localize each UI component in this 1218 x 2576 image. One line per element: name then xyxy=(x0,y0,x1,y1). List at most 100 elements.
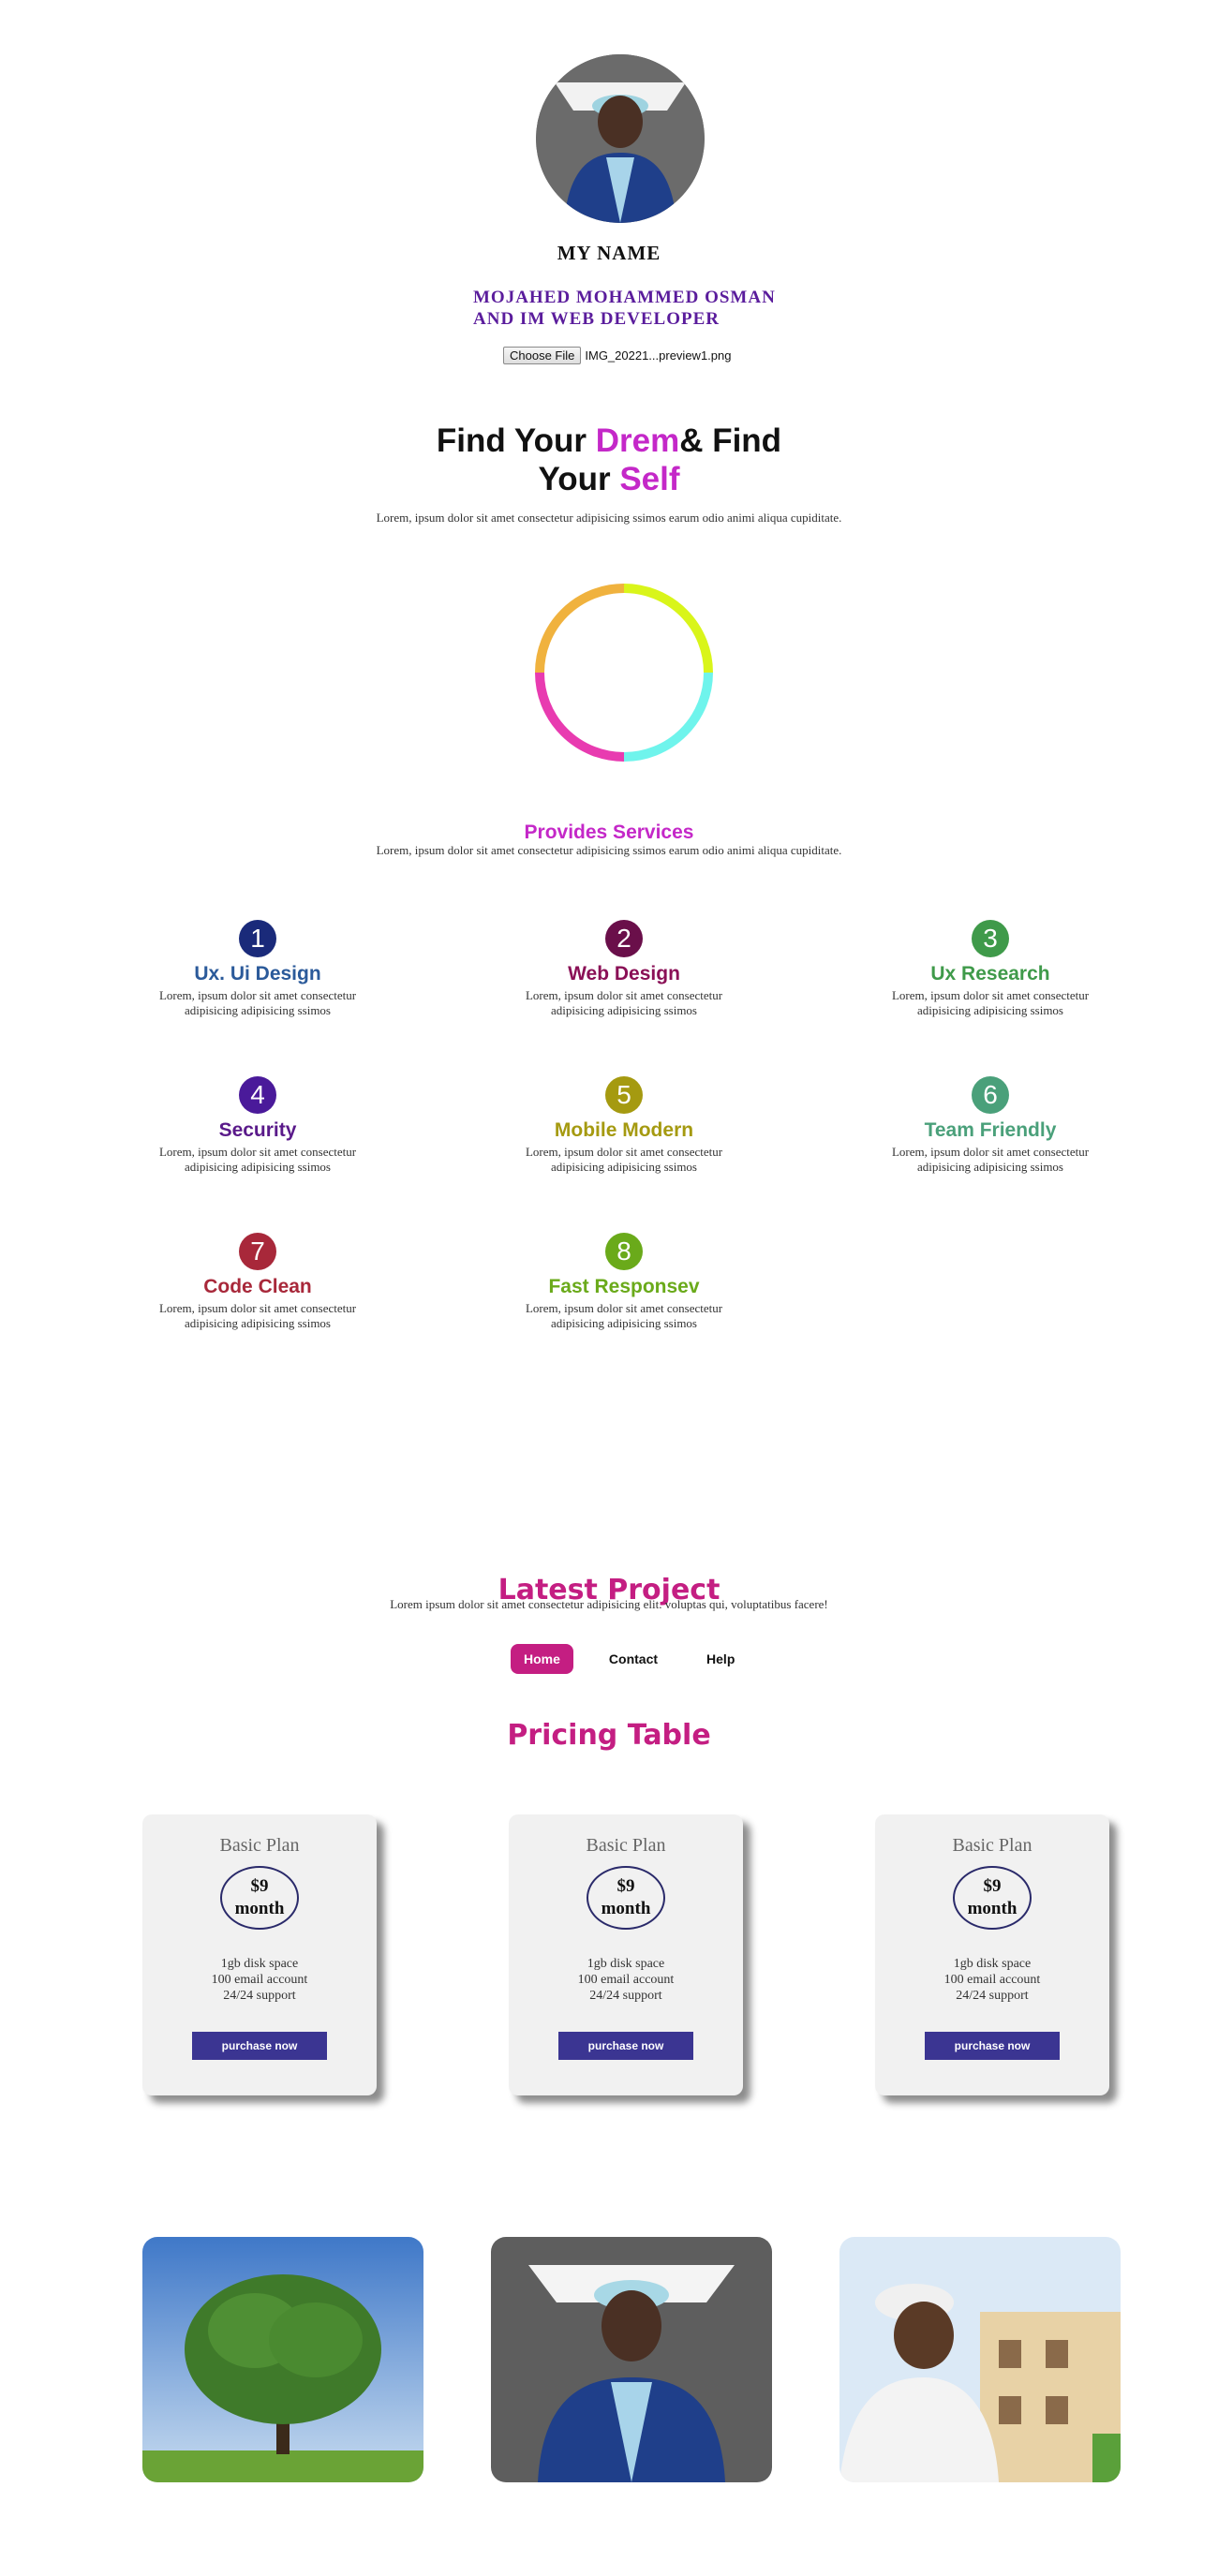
service-desc-line-1: Lorem, ipsum dolor sit amet consectetur xyxy=(525,988,723,1002)
service-number-badge: 8 xyxy=(605,1233,643,1270)
service-desc-line-1: Lorem, ipsum dolor sit amet consectetur xyxy=(158,1301,357,1315)
plan-name: Basic Plan xyxy=(586,1835,666,1856)
ring-segments xyxy=(535,584,713,762)
plan-features: 1gb disk space 100 email account 24/24 sup… xyxy=(142,1956,377,2004)
feature-item: 100 email account xyxy=(211,1973,308,1987)
service-desc-line-1: Lorem, ipsum dolor sit amet consectetur xyxy=(158,988,357,1002)
purchase-button[interactable]: purchase now xyxy=(925,2032,1060,2060)
service-desc-line-2: adipisicing adipisicing ssimos xyxy=(551,1160,697,1174)
service-number-badge: 5 xyxy=(605,1076,643,1114)
price-period: month xyxy=(234,1899,285,1918)
service-number-badge: 6 xyxy=(972,1076,1009,1114)
service-item: 8 Fast Responsev Lorem, ipsum dolor sit … xyxy=(483,1233,765,1331)
service-title: Team Friendly xyxy=(924,1119,1057,1141)
service-item: 6 Team Friendly Lorem, ipsum dolor sit a… xyxy=(850,1076,1131,1175)
tab-home[interactable]: Home xyxy=(511,1644,573,1674)
tab-contact[interactable]: Contact xyxy=(596,1644,671,1674)
hero-part-5: Self xyxy=(619,461,680,497)
price-value: $9 xyxy=(250,1876,269,1896)
service-desc-line-1: Lorem, ipsum dolor sit amet consectetur xyxy=(158,1145,357,1159)
service-title: Ux Research xyxy=(930,963,1050,985)
file-name: IMG_20221...preview1.png xyxy=(585,348,732,363)
service-number-badge: 4 xyxy=(239,1076,276,1114)
ring-segment xyxy=(623,672,713,762)
gallery-image-tree xyxy=(142,2237,423,2482)
service-title: Security xyxy=(218,1119,297,1141)
feature-item: 100 email account xyxy=(943,1973,1041,1987)
price-circle: $9 month xyxy=(220,1866,299,1930)
ring-segment xyxy=(535,672,625,762)
service-description: Lorem, ipsum dolor sit amet consectetur a… xyxy=(483,1301,765,1331)
hero-text: Lorem, ipsum dolor sit amet consectetur … xyxy=(376,511,842,525)
plan-features: 1gb disk space 100 email account 24/24 sup… xyxy=(509,1956,743,2004)
service-item: 1 Ux. Ui Design Lorem, ipsum dolor sit a… xyxy=(117,920,398,1018)
service-number-badge: 7 xyxy=(239,1233,276,1270)
purchase-button[interactable]: purchase now xyxy=(558,2032,693,2060)
pricing-card: Basic Plan $9 month 1gb disk space 100 ema… xyxy=(142,1814,377,2095)
plan-features: 1gb disk space 100 email account 24/24 sup… xyxy=(875,1956,1109,2004)
service-desc-line-2: adipisicing adipisicing ssimos xyxy=(917,1003,1063,1017)
hero-part-1: Find Your xyxy=(436,422,596,459)
tree-photo xyxy=(142,2237,423,2482)
service-desc-line-2: adipisicing adipisicing ssimos xyxy=(917,1160,1063,1174)
service-description: Lorem, ipsum dolor sit amet consectetur a… xyxy=(483,988,765,1018)
service-item: 4 Security Lorem, ipsum dolor sit amet c… xyxy=(117,1076,398,1175)
service-description: Lorem, ipsum dolor sit amet consectetur a… xyxy=(483,1145,765,1175)
service-number-badge: 2 xyxy=(605,920,643,957)
service-desc-line-2: adipisicing adipisicing ssimos xyxy=(185,1160,331,1174)
service-desc-line-1: Lorem, ipsum dolor sit amet consectetur xyxy=(525,1301,723,1315)
price-circle: $9 month xyxy=(953,1866,1032,1930)
hero-line-1: Find Your Drem& Find xyxy=(0,422,1218,460)
service-title: Ux. Ui Design xyxy=(194,963,321,985)
intro-text: MOJAHED MOHAMMED OSMAN AND IM WEB DEVELO… xyxy=(473,287,776,330)
hero-heading: Find Your Drem& Find Your Self xyxy=(0,422,1218,498)
hero-part-4: Your xyxy=(538,461,620,497)
price-value: $9 xyxy=(616,1876,635,1896)
service-desc-line-1: Lorem, ipsum dolor sit amet consectetur xyxy=(525,1145,723,1159)
service-item: 5 Mobile Modern Lorem, ipsum dolor sit a… xyxy=(483,1076,765,1175)
service-number-badge: 3 xyxy=(972,920,1009,957)
feature-item: 1gb disk space xyxy=(587,1957,665,1971)
person-outdoor-photo xyxy=(839,2237,1121,2482)
services-title: Provides Services xyxy=(524,822,694,843)
price-value: $9 xyxy=(983,1876,1002,1896)
feature-item: 100 email account xyxy=(577,1973,675,1987)
service-description: Lorem, ipsum dolor sit amet consectetur a… xyxy=(117,1301,398,1331)
gallery-image-portrait xyxy=(491,2237,772,2482)
services-text: Lorem, ipsum dolor sit amet consectetur … xyxy=(376,843,842,857)
service-description: Lorem, ipsum dolor sit amet consectetur a… xyxy=(117,988,398,1018)
project-tabs: Home Contact Help xyxy=(511,1644,770,1674)
hero-part-2: Drem xyxy=(595,422,680,459)
service-title: Web Design xyxy=(568,963,680,985)
intro-line-1: MOJAHED MOHAMMED OSMAN xyxy=(473,288,776,307)
feature-item: 24/24 support xyxy=(956,1989,1029,2003)
purchase-button[interactable]: purchase now xyxy=(192,2032,327,2060)
person-photo xyxy=(536,54,705,223)
tab-help[interactable]: Help xyxy=(693,1644,748,1674)
feature-item: 1gb disk space xyxy=(953,1957,1032,1971)
intro-line-2: AND IM WEB DEVELOPER xyxy=(473,309,720,329)
service-item: 3 Ux Research Lorem, ipsum dolor sit ame… xyxy=(850,920,1131,1018)
service-desc-line-2: adipisicing adipisicing ssimos xyxy=(185,1316,331,1330)
ring-segment xyxy=(535,584,625,674)
service-desc-line-1: Lorem, ipsum dolor sit amet consectetur xyxy=(891,1145,1090,1159)
ring-segment xyxy=(623,584,713,674)
service-desc-line-2: adipisicing adipisicing ssimos xyxy=(551,1003,697,1017)
plan-name: Basic Plan xyxy=(952,1835,1032,1856)
service-description: Lorem, ipsum dolor sit amet consectetur a… xyxy=(850,1145,1131,1175)
service-desc-line-2: adipisicing adipisicing ssimos xyxy=(551,1316,697,1330)
service-title: Code Clean xyxy=(203,1276,312,1297)
price-period: month xyxy=(601,1899,651,1918)
choose-file-button[interactable]: Choose File xyxy=(503,347,582,364)
service-description: Lorem, ipsum dolor sit amet consectetur a… xyxy=(850,988,1131,1018)
feature-item: 1gb disk space xyxy=(220,1957,299,1971)
service-title: Fast Responsev xyxy=(548,1276,700,1297)
service-item: 7 Code Clean Lorem, ipsum dolor sit amet… xyxy=(117,1233,398,1331)
service-description: Lorem, ipsum dolor sit amet consectetur a… xyxy=(117,1145,398,1175)
price-circle: $9 month xyxy=(587,1866,665,1930)
gallery-image-outdoor xyxy=(839,2237,1121,2482)
hero-part-3: & Find xyxy=(679,422,782,459)
plan-name: Basic Plan xyxy=(219,1835,300,1856)
latest-project-text: Lorem ipsum dolor sit amet consectetur a… xyxy=(390,1597,828,1611)
feature-item: 24/24 support xyxy=(223,1989,296,2003)
